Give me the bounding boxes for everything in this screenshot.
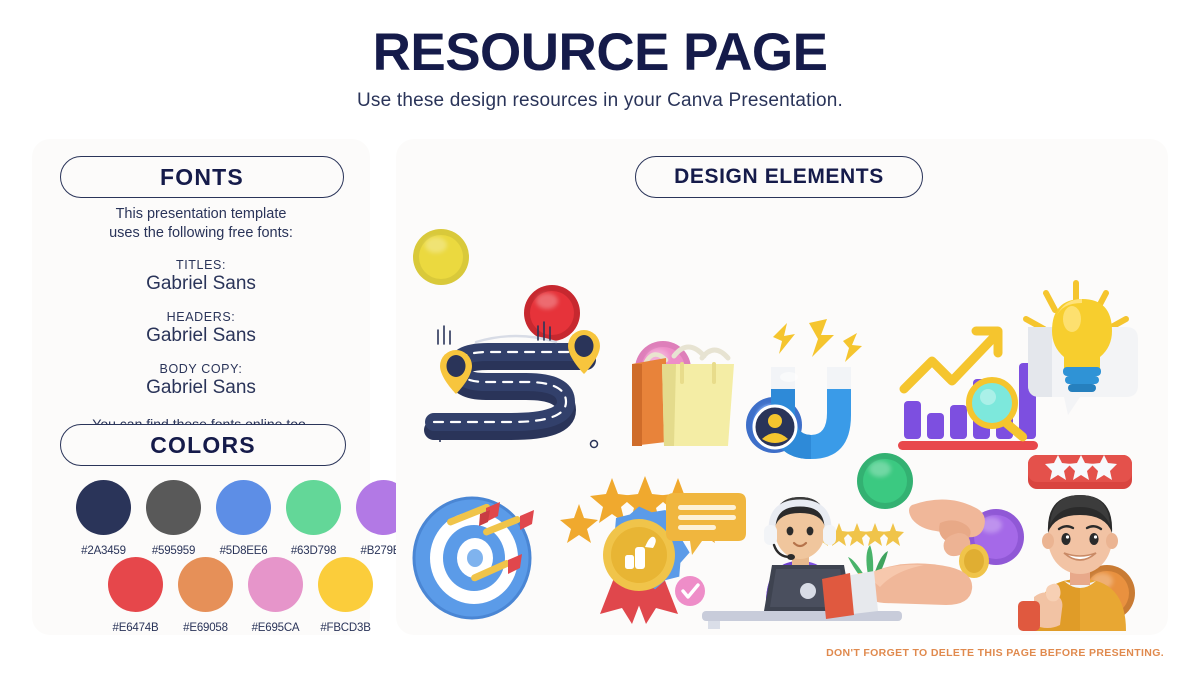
road-map-pins-icon[interactable] xyxy=(416,321,616,454)
font-label-headers: HEADERS: xyxy=(166,309,236,324)
fonts-intro-line-1: This presentation template xyxy=(115,206,287,222)
design-elements-panel: DESIGN ELEMENTS xyxy=(396,139,1168,635)
font-label-titles: TITLES: xyxy=(175,257,227,272)
color-hex-row-2: #E6474B #E69058 #E695CA #FBCD3B xyxy=(108,622,388,634)
hand-coin-icon[interactable] xyxy=(822,499,1023,629)
color-hex-label: #2A3459 xyxy=(81,545,126,557)
fonts-intro: This presentation template uses the foll… xyxy=(32,205,370,243)
color-swatch xyxy=(108,557,163,612)
button-gloss xyxy=(425,237,447,253)
color-hex-label: #63D798 xyxy=(290,545,337,557)
fonts-heading: FONTS xyxy=(60,156,344,198)
color-hex-label: #595959 xyxy=(151,545,196,557)
resource-page: RESOURCE PAGE Use these design resources… xyxy=(0,0,1200,675)
page-title: RESOURCE PAGE xyxy=(372,23,828,82)
color-swatch xyxy=(76,480,131,535)
button-gloss xyxy=(536,293,558,309)
color-swatch xyxy=(146,480,201,535)
lightbulb-idea-icon[interactable] xyxy=(1006,279,1156,429)
button-yellow[interactable] xyxy=(413,229,469,285)
color-hex-label: #FBCD3B xyxy=(320,622,371,634)
font-label-body-copy: BODY COPY: xyxy=(159,361,243,376)
color-hex-label: #E6474B xyxy=(112,622,159,634)
thumbs-up-hand-icon xyxy=(1018,583,1063,631)
fonts-colors-panel: FONTS This presentation template uses th… xyxy=(32,139,411,635)
color-swatch xyxy=(286,480,341,535)
fonts-body: This presentation template uses the foll… xyxy=(32,205,370,432)
font-group-titles: TITLES: Gabriel Sans xyxy=(32,258,370,295)
color-swatch xyxy=(178,557,233,612)
color-swatch xyxy=(318,557,373,612)
font-value-headers: Gabriel Sans xyxy=(146,324,256,346)
design-elements-heading: DESIGN ELEMENTS xyxy=(635,156,923,198)
shopping-bags-icon[interactable] xyxy=(624,334,739,454)
font-group-body-copy: BODY COPY: Gabriel Sans xyxy=(32,362,370,399)
thumbs-up-person-icon[interactable] xyxy=(1016,489,1156,634)
font-value-body-copy: Gabriel Sans xyxy=(146,376,256,398)
page-subtitle: Use these design resources in your Canva… xyxy=(356,90,844,111)
color-swatch xyxy=(216,480,271,535)
color-hex-label: #E69058 xyxy=(183,622,228,634)
target-darts-icon[interactable] xyxy=(408,484,568,624)
fonts-intro-line-2: uses the following free fonts: xyxy=(109,224,293,241)
button-gloss xyxy=(869,461,891,477)
color-hex-label: #5D8EE6 xyxy=(219,545,268,557)
color-hex-label: #E695CA xyxy=(251,622,300,634)
color-swatch-row-1 xyxy=(76,480,411,535)
font-group-headers: HEADERS: Gabriel Sans xyxy=(32,310,370,347)
color-swatch xyxy=(248,557,303,612)
chat-bubble-icon xyxy=(666,493,746,555)
check-circle-icon xyxy=(675,576,705,606)
color-hex-row-1: #2A3459 #595959 #5D8EE6 #63D798 #B279E5 xyxy=(76,545,426,557)
colors-heading: COLORS xyxy=(60,424,346,466)
lead-magnet-icon[interactable] xyxy=(751,319,881,459)
color-swatch-row-2 xyxy=(108,557,373,612)
delete-page-warning: DON'T FORGET TO DELETE THIS PAGE BEFORE … xyxy=(826,647,1164,659)
font-value-titles: Gabriel Sans xyxy=(146,272,256,294)
